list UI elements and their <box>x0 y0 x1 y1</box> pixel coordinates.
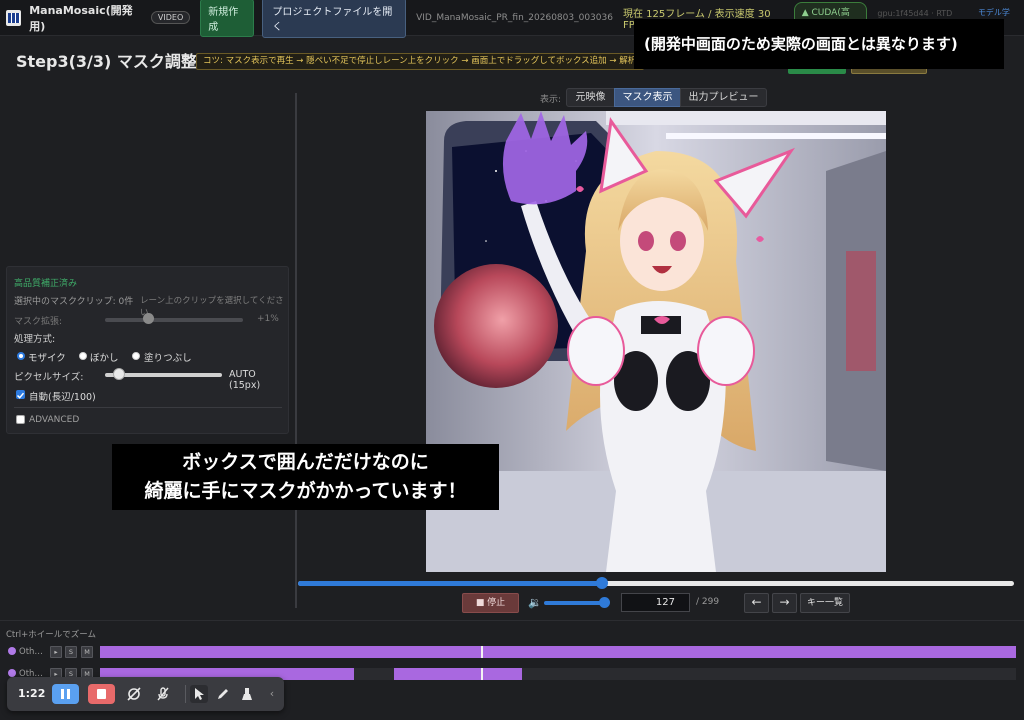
recording-pause-button[interactable] <box>52 684 79 704</box>
method-radio-mosaic[interactable] <box>17 352 25 360</box>
mic-off-icon[interactable] <box>154 685 172 703</box>
volume-slider-handle[interactable] <box>599 597 610 608</box>
method-blur-label[interactable]: ぼかし <box>90 350 119 364</box>
mask-expand-slider-handle[interactable] <box>143 313 154 324</box>
seek-bar-progress <box>298 581 602 586</box>
pixel-size-slider-handle[interactable] <box>113 368 125 380</box>
mask-expand-label: マスク拡張: <box>14 317 63 327</box>
method-radio-blur[interactable] <box>79 352 87 360</box>
timeline-playhead[interactable] <box>481 668 483 680</box>
pen-icon[interactable] <box>214 685 232 703</box>
mask-track-icon <box>8 647 16 655</box>
tip-banner: コツ: マスク表示で再生 → 隠ぺい不足で停止しレーン上をクリック → 画面上で… <box>196 53 644 70</box>
track-solo-button[interactable]: S <box>65 646 77 658</box>
mask-settings-panel: 高品質補正済み 選択中のマスククリップ: 0件 レーン上のクリップを選択してくだ… <box>6 266 289 434</box>
frame-number-input[interactable]: 127 <box>621 593 690 612</box>
collapse-chevron-icon[interactable]: ‹ <box>263 685 281 703</box>
camera-off-icon[interactable] <box>125 685 143 703</box>
view-mode-label: 表示: <box>540 95 562 105</box>
selected-clip-count: 選択中のマスククリップ: 0件 <box>14 297 134 307</box>
total-frames: / 299 <box>696 597 720 607</box>
recording-stop-button[interactable] <box>88 684 115 704</box>
mask-clip[interactable] <box>394 668 522 680</box>
track-label: Oth… <box>8 647 43 657</box>
pointer-icon[interactable] <box>190 685 208 703</box>
method-radio-fill[interactable] <box>132 352 140 360</box>
recording-toolbar: 1:22 ‹ <box>7 677 284 711</box>
tab-mask-view[interactable]: マスク表示 <box>614 88 681 107</box>
timeline-separator <box>0 620 1024 621</box>
open-project-button[interactable]: プロジェクトファイルを開く <box>262 0 407 38</box>
video-badge: VIDEO <box>150 11 191 24</box>
panel-divider[interactable] <box>295 93 297 608</box>
advanced-label[interactable]: ADVANCED <box>29 415 79 425</box>
seek-bar-handle[interactable] <box>596 577 608 589</box>
prev-frame-button[interactable]: ← <box>744 593 769 613</box>
caption-line-2: 綺麗に手にマスクがかかっています！ <box>144 480 467 502</box>
tab-output-preview[interactable]: 出力プレビュー <box>680 88 767 107</box>
quality-status: 高品質補正済み <box>14 279 78 289</box>
pixel-size-label: ピクセルサイズ: <box>14 372 84 383</box>
eraser-icon[interactable] <box>238 685 256 703</box>
panel-separator <box>14 407 282 408</box>
next-frame-button[interactable]: → <box>772 593 797 613</box>
timeline-playhead[interactable] <box>481 646 483 658</box>
volume-icon[interactable]: 🔉 <box>528 596 542 609</box>
auto-size-label[interactable]: 自動(長辺/100) <box>29 389 96 403</box>
track-play-button[interactable]: ▸ <box>50 646 62 658</box>
zoom-hint: Ctrl+ホイールでズーム <box>6 630 96 640</box>
recording-time: 1:22 <box>18 687 46 700</box>
shortcut-list-button[interactable]: キー一覧 <box>800 593 850 613</box>
method-fill-label[interactable]: 塗りつぶし <box>144 350 192 364</box>
method-mosaic-label[interactable]: モザイク <box>28 350 66 364</box>
app-name: ManaMosaic(開発用) <box>29 3 133 33</box>
app-logo-icon <box>6 9 22 26</box>
auto-size-checkbox[interactable] <box>16 390 25 399</box>
new-project-button[interactable]: 新規作成 <box>200 0 255 37</box>
main-caption: ボックスで囲んだだけなのに 綺麗に手にマスクがかかっています！ <box>112 444 499 510</box>
pixel-size-value: AUTO (15px) <box>229 369 261 391</box>
dev-notice-caption: (開発中画面のため実際の画面とは異なります) <box>634 19 1004 69</box>
check-icon <box>16 392 25 399</box>
mask-clip[interactable] <box>100 646 1016 658</box>
mask-track-icon <box>8 669 16 677</box>
mask-expand-value: +1% <box>257 314 279 324</box>
advanced-checkbox[interactable] <box>16 415 25 424</box>
volume-slider[interactable] <box>544 601 606 605</box>
method-label: 処理方式: <box>14 334 56 345</box>
page-title: Step3(3/3) マスク調整 <box>16 52 197 71</box>
mask-expand-slider[interactable] <box>105 318 243 322</box>
caption-line-1: ボックスで囲んだだけなのに <box>182 451 429 473</box>
filename-label: VID_ManaMosaic_PR_fin_20260803_003036 <box>416 12 613 23</box>
tab-original[interactable]: 元映像 <box>566 88 615 107</box>
track-mute-button[interactable]: M <box>81 646 93 658</box>
toolbar-separator <box>185 685 186 703</box>
stop-button[interactable]: ■ 停止 <box>462 593 519 613</box>
